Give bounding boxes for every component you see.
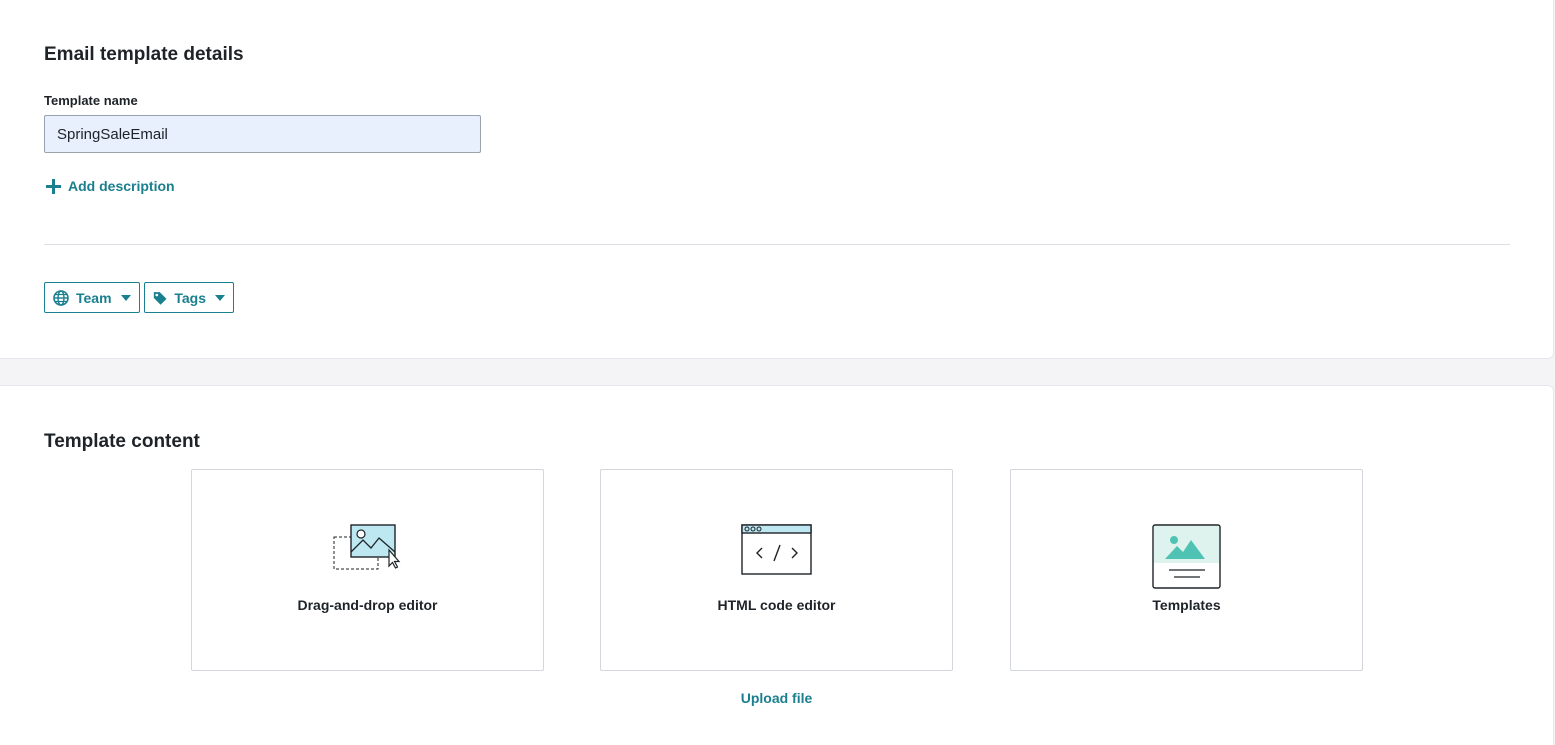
template-name-input[interactable] (44, 115, 481, 153)
globe-icon (53, 289, 69, 306)
add-description-link[interactable]: Add description (46, 178, 175, 194)
templates-option[interactable]: Templates (1010, 469, 1363, 671)
drag-drop-image-icon (333, 524, 400, 570)
chevron-down-icon (215, 294, 225, 301)
tags-dropdown-button[interactable]: Tags (144, 282, 234, 313)
tag-icon (153, 291, 167, 305)
templates-label: Templates (1152, 597, 1221, 613)
template-image-icon (1151, 524, 1221, 589)
template-name-label: Template name (44, 93, 138, 108)
details-section-title: Email template details (44, 44, 244, 65)
add-description-label: Add description (68, 178, 175, 194)
plus-icon (46, 178, 61, 194)
html-code-editor-label: HTML code editor (717, 597, 836, 613)
team-label: Team (76, 289, 112, 306)
upload-file-link[interactable]: Upload file (600, 690, 953, 706)
tags-label: Tags (174, 289, 206, 306)
team-dropdown-button[interactable]: Team (44, 282, 140, 313)
section-divider (44, 244, 1510, 245)
drag-and-drop-editor-option[interactable]: Drag-and-drop editor (191, 469, 544, 671)
code-window-icon (740, 524, 812, 575)
template-details-card: Email template details Template name Add… (0, 0, 1554, 359)
content-section-title: Template content (44, 431, 200, 452)
chevron-down-icon (120, 294, 131, 301)
html-code-editor-option[interactable]: HTML code editor (600, 469, 953, 671)
drag-and-drop-editor-label: Drag-and-drop editor (297, 597, 438, 613)
